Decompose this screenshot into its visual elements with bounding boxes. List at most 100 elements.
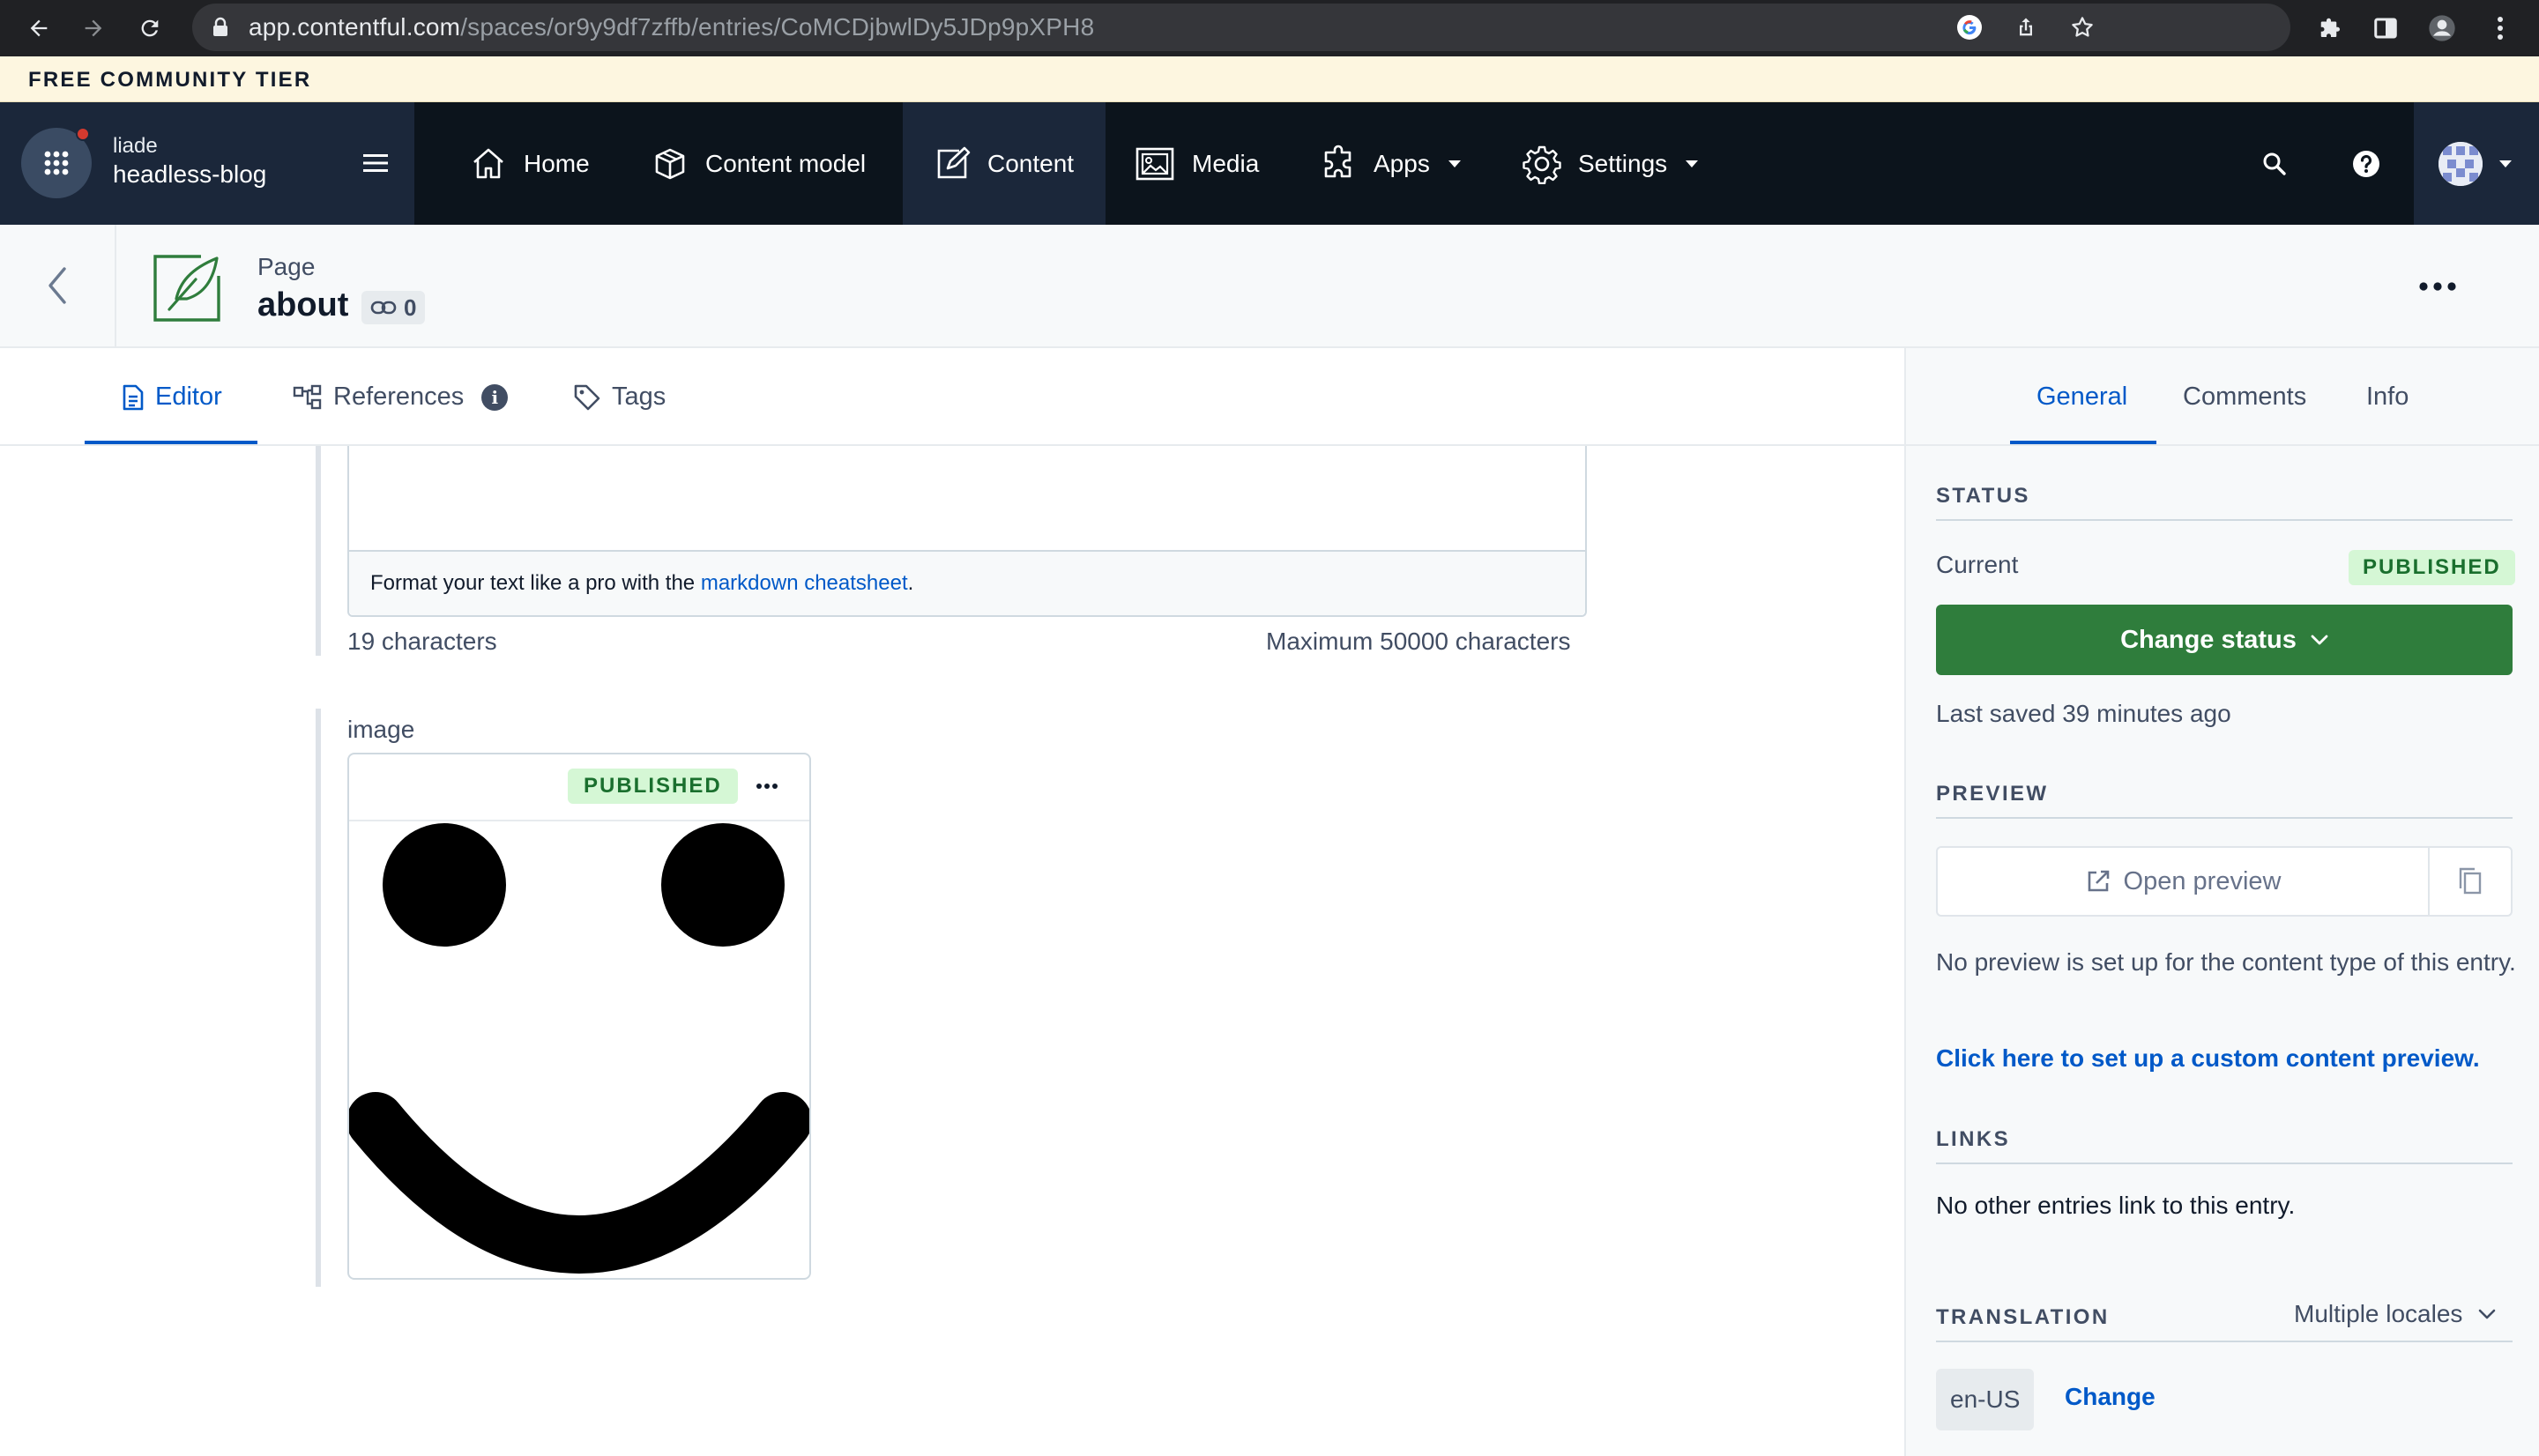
asset-more-options-icon[interactable] [749, 770, 785, 802]
extensions-puzzle-icon[interactable] [2315, 12, 2347, 44]
active-sidebar-tab-indicator [2010, 441, 2156, 444]
organization-name: liade [113, 134, 158, 158]
content-model-box-icon [651, 145, 689, 183]
markdown-editor[interactable]: Format your text like a pro with the mar… [347, 446, 1587, 617]
more-options-icon[interactable] [2416, 269, 2460, 304]
reload-icon[interactable] [130, 9, 169, 48]
character-count: 19 characters [347, 628, 497, 655]
change-locale-link[interactable]: Change [2065, 1383, 2156, 1411]
references-count-badge[interactable]: 0 [361, 291, 426, 324]
nav-media[interactable]: Media [1134, 102, 1259, 225]
help-icon[interactable] [2349, 146, 2384, 182]
share-icon[interactable] [2012, 13, 2040, 41]
nav-content-model[interactable]: Content model [651, 102, 866, 225]
browser-toolbar: app.contentful.com/spaces/or9y9df7zffb/e… [0, 0, 2539, 56]
nav-home-label: Home [524, 149, 590, 177]
apps-puzzle-icon [1319, 145, 1358, 183]
open-preview-label: Open preview [2123, 866, 2282, 895]
external-link-icon [2085, 868, 2111, 895]
nav-settings[interactable]: Settings [1522, 102, 1699, 225]
preview-heading: PREVIEW [1936, 782, 2513, 819]
hamburger-menu-icon[interactable] [361, 152, 390, 175]
character-max: Maximum 50000 characters [1266, 628, 1571, 655]
field-focus-bar [316, 709, 321, 1287]
search-icon[interactable] [2257, 146, 2292, 182]
setup-preview-link[interactable]: Click here to set up a custom content pr… [1936, 1044, 2480, 1073]
back-button[interactable] [0, 225, 116, 346]
caret-down-icon [2498, 160, 2513, 168]
tier-banner: FREE COMMUNITY TIER [0, 56, 2539, 102]
entry-tabs: Editor References i Tags [0, 348, 1904, 446]
sidebar-tab-general[interactable]: General [2036, 348, 2127, 446]
link-icon [370, 300, 397, 316]
tab-tags-label: Tags [612, 383, 666, 411]
tab-editor-label: Editor [155, 383, 222, 411]
markdown-footer: Format your text like a pro with the mar… [349, 550, 1585, 615]
tab-references-label: References [333, 383, 465, 411]
markdown-hint: Format your text like a pro with the mar… [370, 571, 914, 595]
copy-icon[interactable] [2430, 848, 2511, 915]
markdown-cheatsheet-link[interactable]: markdown cheatsheet [701, 571, 908, 595]
entry-feather-icon [150, 251, 224, 325]
bookmark-star-icon[interactable] [2068, 13, 2096, 41]
asset-status-badge: PUBLISHED [568, 769, 738, 804]
nav-content-model-label: Content model [705, 149, 867, 177]
nav-apps-label: Apps [1374, 149, 1430, 177]
tag-icon [573, 383, 601, 412]
asset-card[interactable]: PUBLISHED [347, 753, 811, 1280]
locale-pill: en-US [1936, 1369, 2035, 1430]
user-avatar [2438, 142, 2483, 186]
content-type-name: Page [257, 253, 316, 280]
nav-content[interactable]: Content [903, 102, 1106, 225]
locale-mode-label: Multiple locales [2294, 1300, 2463, 1327]
links-note: No other entries link to this entry. [1936, 1192, 2296, 1219]
entry-sidebar: General Comments Info STATUS Current PUB… [1904, 348, 2539, 1456]
asset-thumbnail-smiley [349, 821, 809, 1278]
back-arrow-icon[interactable] [19, 9, 58, 48]
active-tab-indicator [85, 441, 257, 444]
entry-title: about [257, 286, 349, 323]
sidebar-tab-comments[interactable]: Comments [2183, 348, 2306, 446]
tier-banner-text: FREE COMMUNITY TIER [28, 68, 312, 92]
open-preview-button[interactable]: Open preview [1938, 848, 2430, 915]
current-status-badge: PUBLISHED [2349, 550, 2515, 585]
url-text: app.contentful.com/spaces/or9y9df7zffb/e… [249, 13, 1095, 41]
caret-down-icon [1685, 160, 1699, 168]
profile-icon[interactable] [2426, 12, 2458, 44]
nav-media-label: Media [1192, 149, 1260, 177]
google-lens-icon[interactable] [1955, 13, 1984, 41]
info-icon[interactable]: i [481, 383, 509, 411]
kebab-menu-icon[interactable] [2484, 12, 2516, 44]
sidebar-tabs: General Comments Info [1906, 348, 2539, 446]
space-name: headless-blog [113, 160, 267, 188]
tab-editor[interactable]: Editor [122, 348, 222, 446]
preview-button-group: Open preview [1936, 846, 2513, 917]
settings-gear-icon [1522, 144, 1562, 184]
media-image-icon [1134, 145, 1176, 183]
app-header: liade headless-blog Home Content model C… [0, 102, 2539, 225]
tab-tags[interactable]: Tags [573, 348, 666, 446]
account-menu[interactable] [2414, 102, 2539, 225]
image-field-label: image [347, 716, 415, 743]
notification-dot [76, 127, 90, 141]
current-status-label: Current [1936, 551, 2019, 578]
home-icon [469, 145, 508, 183]
preview-note: No preview is set up for the content typ… [1936, 948, 2516, 976]
links-heading: LINKS [1936, 1127, 2513, 1164]
change-status-label: Change status [2120, 625, 2297, 654]
sidebar-tab-info[interactable]: Info [2366, 348, 2409, 446]
change-status-button[interactable]: Change status [1936, 605, 2513, 675]
nav-settings-label: Settings [1578, 149, 1668, 177]
last-saved-text: Last saved 39 minutes ago [1936, 700, 2231, 727]
locale-mode-select[interactable]: Multiple locales [2294, 1300, 2496, 1328]
nav-apps[interactable]: Apps [1319, 102, 1462, 225]
content-edit-icon [933, 145, 972, 183]
tab-references[interactable]: References i [293, 348, 509, 446]
address-bar[interactable]: app.contentful.com/spaces/or9y9df7zffb/e… [192, 4, 2290, 51]
space-switcher[interactable]: liade headless-blog [0, 102, 414, 225]
caret-down-icon [1448, 160, 1462, 168]
nav-home[interactable]: Home [469, 102, 590, 225]
chevron-down-icon [2311, 635, 2328, 645]
forward-arrow-icon[interactable] [74, 9, 113, 48]
side-panel-icon[interactable] [2370, 12, 2401, 44]
